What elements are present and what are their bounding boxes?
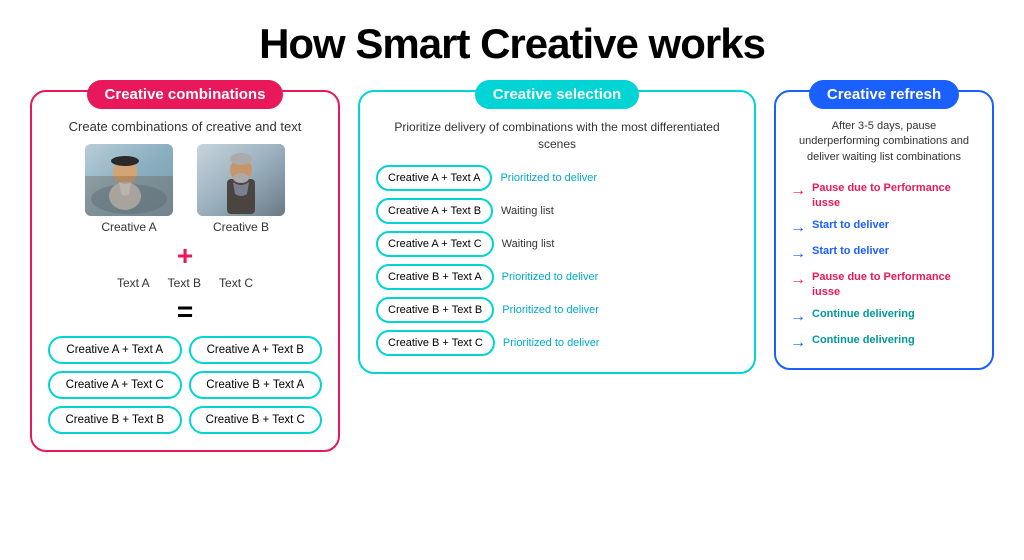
combo-pill-2: Creative A + Text C xyxy=(48,371,182,399)
combo-pill-1: Creative A + Text B xyxy=(189,336,323,364)
text-a-label: Text A xyxy=(117,276,150,290)
arrow-blue-4: → xyxy=(790,308,806,326)
creatives-row: Creative A xyxy=(48,144,322,234)
sel-status-4: Prioritized to deliver xyxy=(502,304,738,316)
selection-header: Creative selection xyxy=(475,80,639,109)
combos-grid: Creative A + Text A Creative A + Text B … xyxy=(48,336,322,434)
refresh-text-4: Continue delivering xyxy=(812,307,915,322)
arrow-blue-5: → xyxy=(790,334,806,352)
create-text: Create combinations of creative and text xyxy=(48,119,322,134)
creative-b-label: Creative B xyxy=(213,220,269,234)
refresh-text-5: Continue delivering xyxy=(812,333,915,348)
refresh-rows: → Pause due to Performance iusse → Start… xyxy=(790,181,978,351)
arrow-blue-2: → xyxy=(790,245,806,263)
refresh-desc: After 3-5 days, pause underperforming co… xyxy=(790,119,978,165)
creative-a-label: Creative A xyxy=(101,220,156,234)
refresh-item-1: → Start to deliver xyxy=(790,218,978,237)
sel-row-1: Creative A + Text B Waiting list xyxy=(376,198,738,224)
combinations-header: Creative combinations xyxy=(87,80,284,109)
sel-pill-3: Creative B + Text A xyxy=(376,264,494,290)
text-b-label: Text B xyxy=(168,276,201,290)
refresh-item-3: → Pause due to Performance iusse xyxy=(790,270,978,300)
selection-rows: Creative A + Text A Prioritized to deliv… xyxy=(376,165,738,356)
refresh-item-4: → Continue delivering xyxy=(790,307,978,326)
page: How Smart Creative works Creative combin… xyxy=(0,0,1024,560)
refresh-item-0: → Pause due to Performance iusse xyxy=(790,181,978,211)
refresh-item-2: → Start to deliver xyxy=(790,244,978,263)
refresh-text-0: Pause due to Performance iusse xyxy=(812,181,978,211)
refresh-text-1: Start to deliver xyxy=(812,218,889,233)
selection-desc: Prioritize delivery of combinations with… xyxy=(376,119,738,153)
plus-sign: + xyxy=(48,240,322,272)
combo-pill-4: Creative B + Text B xyxy=(48,406,182,434)
sel-row-2: Creative A + Text C Waiting list xyxy=(376,231,738,257)
sel-row-4: Creative B + Text B Prioritized to deliv… xyxy=(376,297,738,323)
sel-row-5: Creative B + Text C Prioritized to deliv… xyxy=(376,330,738,356)
combo-pill-0: Creative A + Text A xyxy=(48,336,182,364)
creative-b-item: Creative B xyxy=(197,144,285,234)
sel-status-1: Waiting list xyxy=(501,205,738,217)
combo-pill-5: Creative B + Text C xyxy=(189,406,323,434)
creative-a-image xyxy=(85,144,173,216)
text-c-label: Text C xyxy=(219,276,253,290)
creative-refresh-panel: Creative refresh After 3-5 days, pause u… xyxy=(774,90,994,370)
sel-pill-2: Creative A + Text C xyxy=(376,231,494,257)
creative-selection-panel: Creative selection Prioritize delivery o… xyxy=(358,90,756,374)
refresh-header: Creative refresh xyxy=(809,80,959,109)
sel-pill-5: Creative B + Text C xyxy=(376,330,495,356)
refresh-item-5: → Continue delivering xyxy=(790,333,978,352)
arrow-red-3: → xyxy=(790,271,806,289)
main-title: How Smart Creative works xyxy=(259,20,765,68)
sel-row-0: Creative A + Text A Prioritized to deliv… xyxy=(376,165,738,191)
texts-row: Text A Text B Text C xyxy=(48,276,322,290)
refresh-text-3: Pause due to Performance iusse xyxy=(812,270,978,300)
sel-status-2: Waiting list xyxy=(502,238,738,250)
creative-a-item: Creative A xyxy=(85,144,173,234)
arrow-blue-1: → xyxy=(790,219,806,237)
combo-pill-3: Creative B + Text A xyxy=(189,371,323,399)
creative-b-image xyxy=(197,144,285,216)
creative-combinations-panel: Creative combinations Create combination… xyxy=(30,90,340,452)
sel-row-3: Creative B + Text A Prioritized to deliv… xyxy=(376,264,738,290)
sel-pill-4: Creative B + Text B xyxy=(376,297,494,323)
arrow-red-0: → xyxy=(790,182,806,200)
sel-pill-0: Creative A + Text A xyxy=(376,165,492,191)
refresh-text-2: Start to deliver xyxy=(812,244,889,259)
sel-status-0: Prioritized to deliver xyxy=(500,172,738,184)
sel-status-5: Prioritized to deliver xyxy=(503,337,738,349)
sel-status-3: Prioritized to deliver xyxy=(502,271,738,283)
equals-sign: = xyxy=(48,296,322,328)
sel-pill-1: Creative A + Text B xyxy=(376,198,493,224)
columns: Creative combinations Create combination… xyxy=(30,90,994,452)
